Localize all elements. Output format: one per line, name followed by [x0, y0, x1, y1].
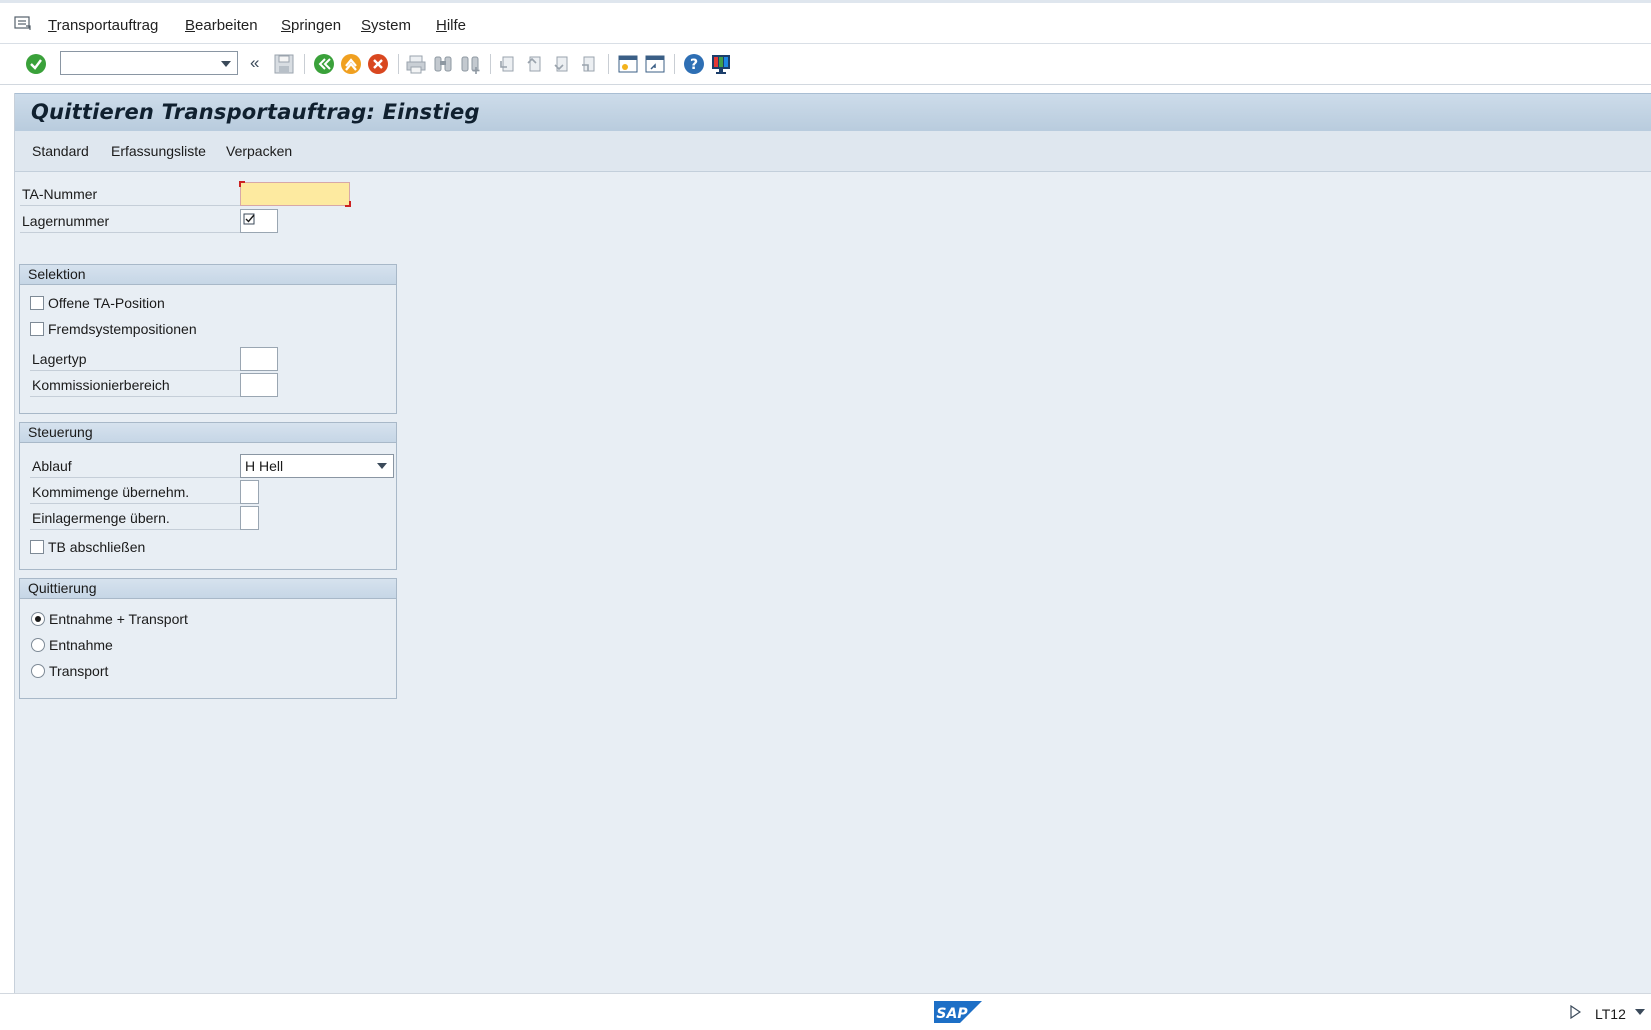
- find-next-icon[interactable]: [459, 53, 481, 75]
- page-title: Quittieren Transportauftrag: Einstieg: [31, 100, 480, 124]
- menu-system[interactable]: System: [361, 17, 411, 34]
- transaction-code: LT12: [1595, 1006, 1626, 1022]
- ablauf-label: Ablauf: [30, 454, 240, 478]
- menu-expand-icon[interactable]: [14, 15, 32, 31]
- lagertyp-label: Lagertyp: [30, 347, 240, 371]
- chevron-down-icon[interactable]: [221, 61, 231, 67]
- radio-entnahme-transport[interactable]: [31, 612, 45, 626]
- main-screen: Quittieren Transportauftrag: Einstieg St…: [14, 93, 1651, 993]
- offene-ta-position-checkbox[interactable]: [30, 296, 44, 310]
- einlagermenge-field[interactable]: [240, 506, 259, 530]
- play-icon[interactable]: [1569, 1005, 1581, 1019]
- lagernummer-field[interactable]: [240, 209, 278, 233]
- kommimenge-field[interactable]: [240, 480, 259, 504]
- kommimenge-label: Kommimenge übernehm.: [30, 480, 240, 504]
- status-bar: SAP LT12: [0, 993, 1651, 1030]
- help-icon[interactable]: ?: [683, 53, 705, 75]
- standard-button[interactable]: Standard: [32, 143, 89, 159]
- previous-page-icon[interactable]: [524, 53, 546, 75]
- back-icon[interactable]: [313, 53, 335, 75]
- radio-entnahme-label: Entnahme: [49, 637, 113, 653]
- chevron-down-icon[interactable]: [377, 463, 387, 469]
- tb-abschliessen-label: TB abschließen: [48, 539, 146, 555]
- shortcut-icon[interactable]: [644, 53, 666, 75]
- exit-icon[interactable]: [340, 53, 362, 75]
- lagertyp-field[interactable]: [240, 347, 278, 371]
- radio-entnahme[interactable]: [31, 638, 45, 652]
- offene-ta-position-label: Offene TA-Position: [48, 295, 165, 311]
- command-input[interactable]: [63, 53, 217, 75]
- radio-entnahme-transport-label: Entnahme + Transport: [49, 611, 188, 627]
- erfassungsliste-button[interactable]: Erfassungsliste: [111, 143, 206, 159]
- customize-layout-icon[interactable]: [710, 53, 732, 75]
- create-session-icon[interactable]: [617, 53, 639, 75]
- next-page-icon[interactable]: [551, 53, 573, 75]
- menu-bearbeiten[interactable]: Bearbeiten: [185, 17, 258, 34]
- radio-transport[interactable]: [31, 664, 45, 678]
- ablauf-value: H Hell: [245, 458, 284, 474]
- svg-text:?: ?: [690, 57, 698, 73]
- print-icon[interactable]: [405, 53, 427, 75]
- application-toolbar: Standard Erfassungsliste Verpacken: [15, 131, 1651, 172]
- chevron-down-icon[interactable]: [1635, 1009, 1645, 1015]
- required-check-icon: [243, 213, 255, 225]
- sap-logo-text: SAP: [936, 1006, 968, 1022]
- sap-logo: SAP: [934, 1001, 982, 1023]
- toolbar-separator: [398, 54, 399, 74]
- save-icon[interactable]: [273, 53, 295, 75]
- kommissionierbereich-field[interactable]: [240, 373, 278, 397]
- fremdsystempositionen-checkbox[interactable]: [30, 322, 44, 336]
- steuerung-header: Steuerung: [20, 423, 396, 443]
- standard-toolbar: « ?: [0, 44, 1651, 85]
- toolbar-separator: [304, 54, 305, 74]
- lagernummer-label: Lagernummer: [20, 209, 240, 233]
- first-page-icon[interactable]: [497, 53, 519, 75]
- verpacken-button[interactable]: Verpacken: [226, 143, 292, 159]
- enter-check-icon[interactable]: [25, 53, 47, 75]
- toolbar-separator: [674, 54, 675, 74]
- last-page-icon[interactable]: [578, 53, 600, 75]
- kommissionierbereich-label: Kommissionierbereich: [30, 373, 240, 397]
- toolbar-separator: [608, 54, 609, 74]
- menu-springen[interactable]: Springen: [281, 17, 341, 34]
- einlagermenge-label: Einlagermenge übern.: [30, 506, 240, 530]
- menu-hilfe[interactable]: Hilfe: [436, 17, 466, 34]
- cancel-icon[interactable]: [367, 53, 389, 75]
- tb-abschliessen-checkbox[interactable]: [30, 540, 44, 554]
- command-field[interactable]: [60, 51, 238, 75]
- toolbar-separator: [490, 54, 491, 74]
- selektion-header: Selektion: [20, 265, 396, 285]
- collapse-command-icon[interactable]: «: [250, 53, 259, 73]
- ta-nummer-label: TA-Nummer: [20, 182, 240, 206]
- menu-bar: Transportauftrag Bearbeiten Springen Sys…: [0, 0, 1651, 44]
- find-icon[interactable]: [432, 53, 454, 75]
- fremdsystempositionen-label: Fremdsystempositionen: [48, 321, 197, 337]
- quittierung-header: Quittierung: [20, 579, 396, 599]
- ta-nummer-field[interactable]: [239, 181, 351, 207]
- ablauf-dropdown[interactable]: H Hell: [240, 454, 394, 478]
- title-bar: Quittieren Transportauftrag: Einstieg: [15, 93, 1651, 133]
- radio-transport-label: Transport: [49, 663, 109, 679]
- menu-transportauftrag[interactable]: Transportauftrag: [48, 17, 158, 34]
